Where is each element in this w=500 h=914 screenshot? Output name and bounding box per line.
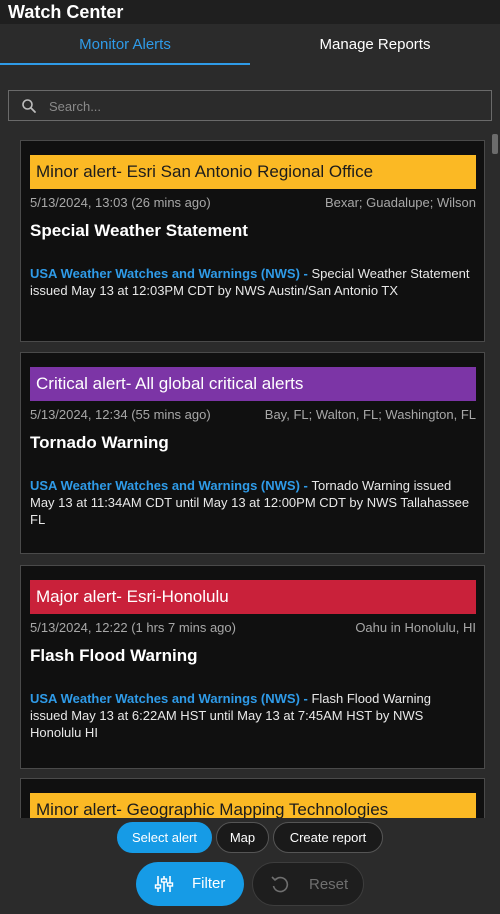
- watch-center-app: Watch Center Monitor Alerts Manage Repor…: [0, 0, 500, 914]
- alert-event: Tornado Warning: [30, 433, 169, 452]
- alert-card[interactable]: Minor alert- Geographic Mapping Technolo…: [20, 778, 485, 818]
- alert-source[interactable]: USA Weather Watches and Warnings (NWS): [30, 478, 300, 493]
- alert-banner: Critical alert- All global critical aler…: [30, 367, 476, 401]
- map-button[interactable]: Map: [216, 822, 269, 853]
- reset-button[interactable]: Reset: [252, 862, 364, 906]
- alert-source[interactable]: USA Weather Watches and Warnings (NWS): [30, 266, 300, 281]
- tab-bar: Monitor Alerts Manage Reports: [0, 24, 500, 66]
- alert-source-separator: -: [299, 266, 312, 281]
- alert-card[interactable]: Minor alert- Esri San Antonio Regional O…: [20, 140, 485, 342]
- search-icon: [22, 99, 36, 113]
- bottom-toolbar: Select alert Map Create report Filter Re…: [0, 818, 500, 914]
- app-title: Watch Center: [8, 2, 124, 22]
- filter-button[interactable]: Filter: [136, 862, 244, 906]
- alert-banner: Minor alert- Esri San Antonio Regional O…: [30, 155, 476, 189]
- alert-banner: Minor alert- Geographic Mapping Technolo…: [30, 793, 476, 818]
- alert-source-separator: -: [299, 478, 312, 493]
- alert-description: USA Weather Watches and Warnings (NWS) -…: [30, 477, 470, 528]
- alert-source-separator: -: [299, 691, 312, 706]
- create-report-button[interactable]: Create report: [273, 822, 383, 853]
- alert-event: Special Weather Statement: [30, 221, 248, 240]
- title-bar: Watch Center: [0, 0, 500, 24]
- scrollbar[interactable]: [492, 134, 498, 818]
- search-box[interactable]: [8, 90, 492, 121]
- tab-monitor-alerts[interactable]: Monitor Alerts: [0, 24, 250, 65]
- alert-card[interactable]: Major alert- Esri-Honolulu 5/13/2024, 12…: [20, 565, 485, 769]
- alert-card[interactable]: Critical alert- All global critical aler…: [20, 352, 485, 554]
- alert-time: 5/13/2024, 12:22 (1 hrs 7 mins ago): [30, 620, 236, 635]
- alert-time: 5/13/2024, 12:34 (55 mins ago): [30, 407, 211, 422]
- alert-location: Bay, FL; Walton, FL; Washington, FL: [264, 407, 476, 422]
- alert-description: USA Weather Watches and Warnings (NWS) -…: [30, 690, 470, 741]
- alert-location: Oahu in Honolulu, HI: [355, 620, 476, 635]
- tab-manage-reports[interactable]: Manage Reports: [250, 24, 500, 64]
- alert-list[interactable]: Minor alert- Esri San Antonio Regional O…: [0, 130, 500, 818]
- alert-location: Bexar; Guadalupe; Wilson: [324, 195, 476, 210]
- filter-label: Filter: [192, 875, 226, 892]
- reset-label: Reset: [309, 876, 349, 893]
- alert-time: 5/13/2024, 13:03 (26 mins ago): [30, 195, 211, 210]
- search-input[interactable]: [49, 95, 479, 117]
- select-alert-button[interactable]: Select alert: [117, 822, 212, 853]
- alert-description: USA Weather Watches and Warnings (NWS) -…: [30, 265, 470, 299]
- sliders-icon: [154, 876, 174, 892]
- alert-source[interactable]: USA Weather Watches and Warnings (NWS): [30, 691, 300, 706]
- alert-event: Flash Flood Warning: [30, 646, 198, 665]
- scrollbar-thumb[interactable]: [492, 134, 498, 154]
- alert-banner: Major alert- Esri-Honolulu: [30, 580, 476, 614]
- reset-icon: [271, 876, 289, 893]
- search-bar: [0, 78, 500, 130]
